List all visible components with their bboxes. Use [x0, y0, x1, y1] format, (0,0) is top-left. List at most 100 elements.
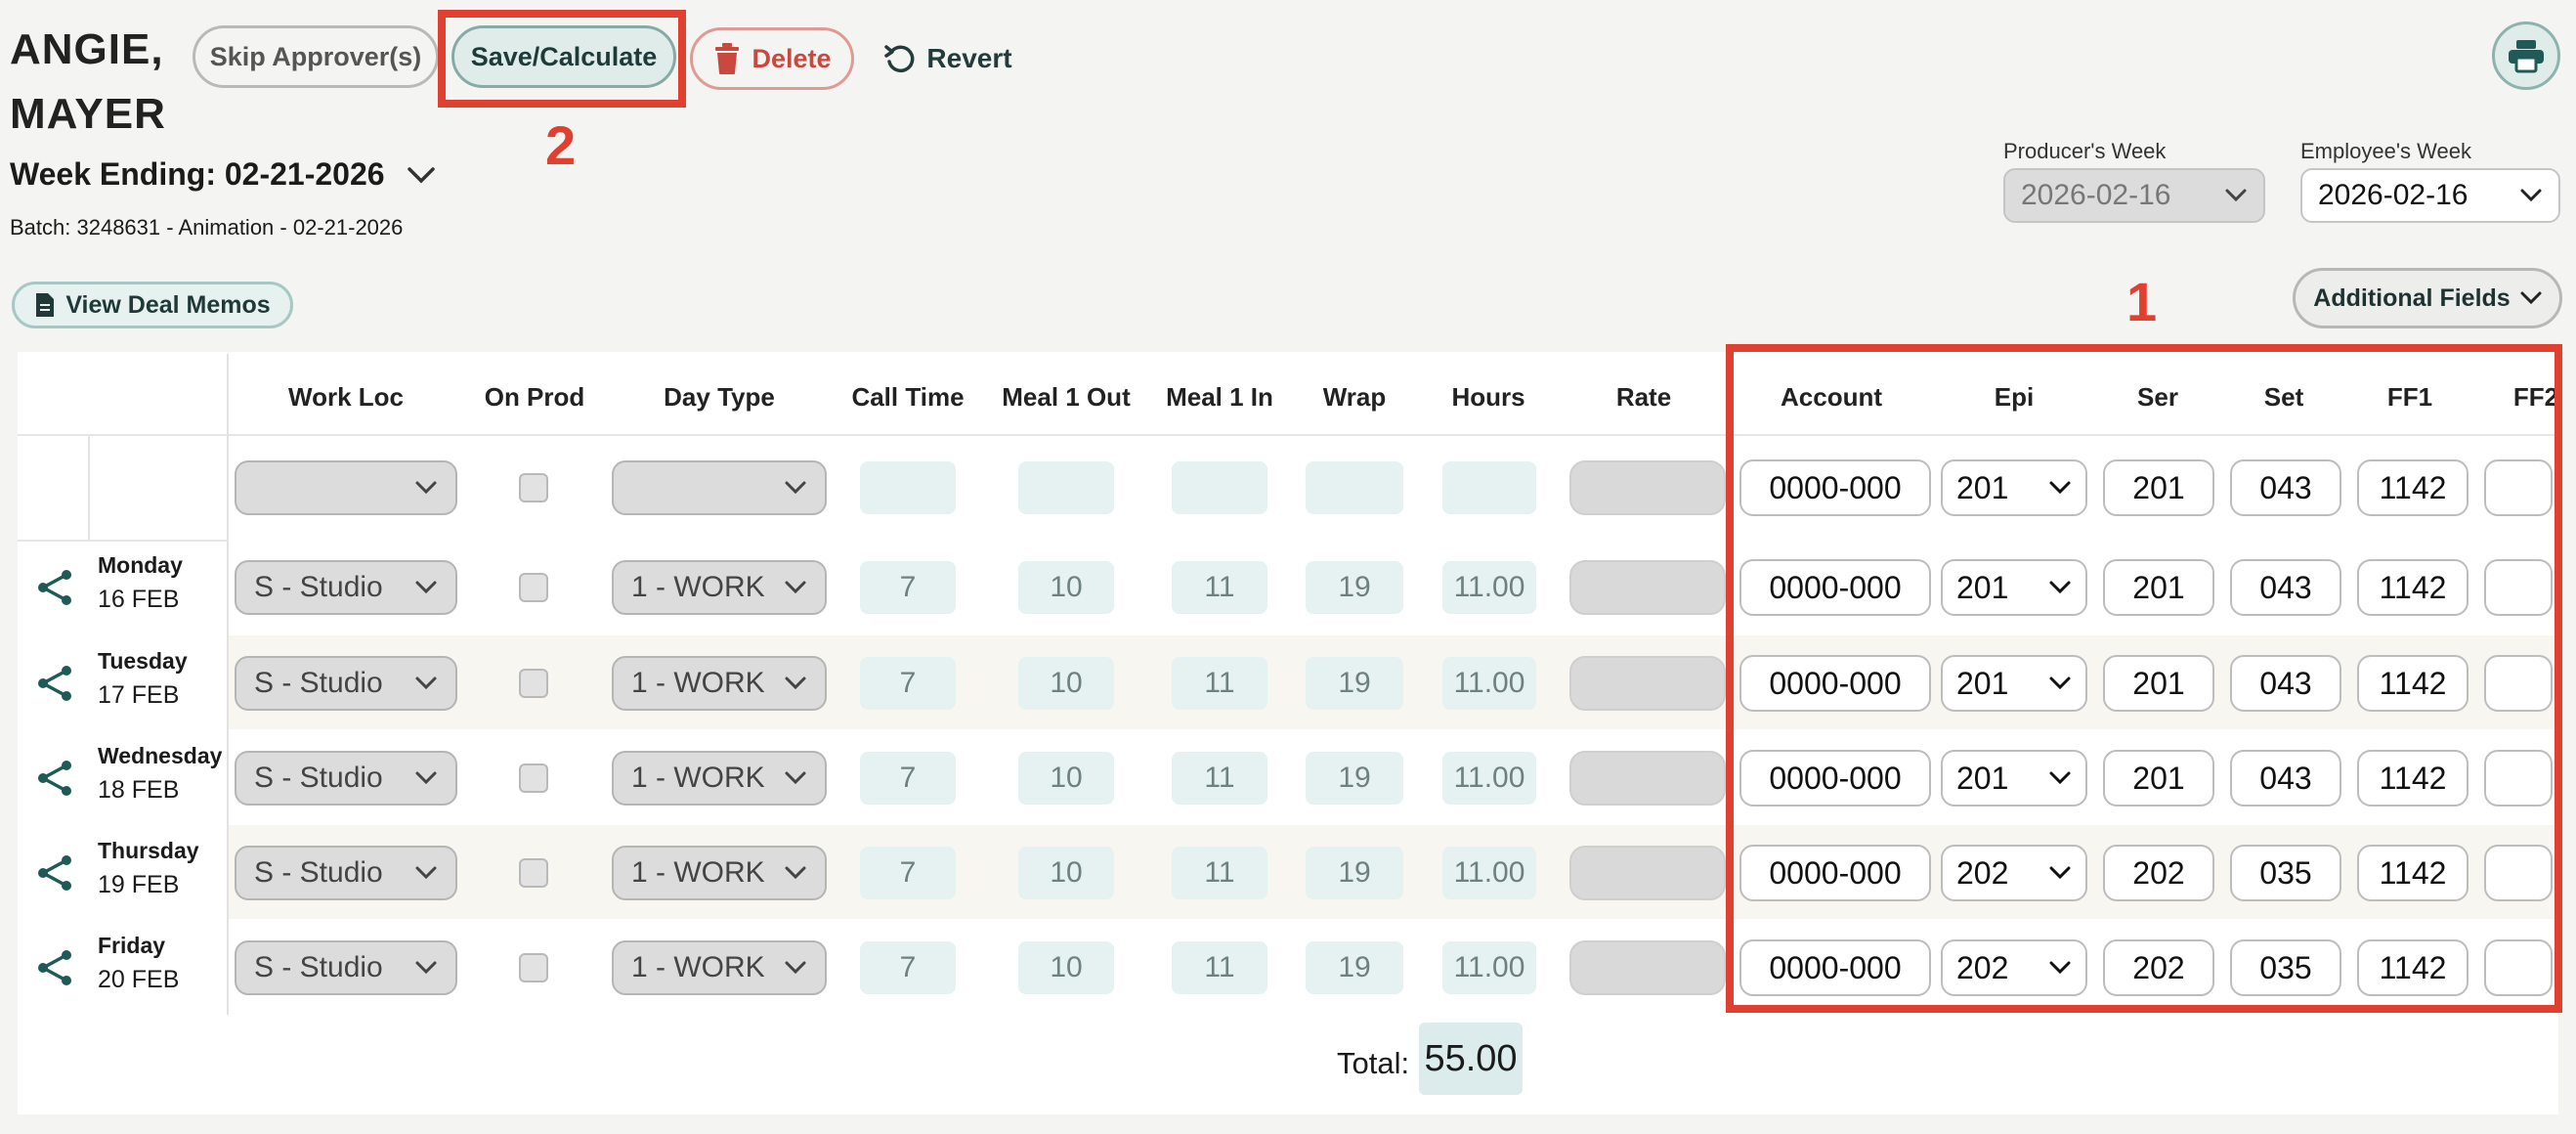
work-loc-select[interactable]: [235, 460, 457, 515]
epi-select[interactable]: 202: [1941, 845, 2087, 901]
work-loc-select[interactable]: S - Studio: [235, 560, 457, 615]
epi-select[interactable]: 202: [1941, 939, 2087, 996]
ff1-input[interactable]: 1142: [2357, 559, 2469, 616]
additional-fields-button[interactable]: Additional Fields: [2293, 268, 2562, 328]
wrap-input[interactable]: 19: [1306, 752, 1403, 805]
day-type-select[interactable]: [612, 460, 827, 515]
set-input[interactable]: 035: [2230, 939, 2341, 996]
rate-input[interactable]: [1569, 846, 1726, 900]
print-button[interactable]: [2492, 22, 2560, 90]
on-prod-checkbox[interactable]: [519, 573, 548, 602]
call-time-input[interactable]: 7: [860, 847, 956, 899]
meal1-in-input[interactable]: [1172, 461, 1267, 514]
ff2-input[interactable]: [2484, 750, 2553, 807]
account-input[interactable]: 0000-000: [1739, 655, 1931, 712]
ser-input[interactable]: 201: [2103, 459, 2214, 516]
meal1-in-input[interactable]: 11: [1172, 847, 1267, 899]
day-type-select[interactable]: 1 - WORK: [612, 656, 827, 711]
ff2-input[interactable]: [2484, 845, 2553, 901]
ser-input[interactable]: 201: [2103, 655, 2214, 712]
on-prod-checkbox[interactable]: [519, 763, 548, 793]
wrap-input[interactable]: 19: [1306, 657, 1403, 710]
work-loc-select[interactable]: S - Studio: [235, 846, 457, 900]
on-prod-checkbox[interactable]: [519, 473, 548, 502]
meal1-out-input[interactable]: 10: [1018, 561, 1114, 614]
ff1-input[interactable]: 1142: [2357, 939, 2469, 996]
rate-input[interactable]: [1569, 560, 1726, 615]
meal1-in-input[interactable]: 11: [1172, 657, 1267, 710]
wrap-input[interactable]: 19: [1306, 847, 1403, 899]
work-loc-select[interactable]: S - Studio: [235, 656, 457, 711]
set-input[interactable]: 043: [2230, 559, 2341, 616]
week-ending-selector[interactable]: Week Ending: 02-21-2026: [10, 156, 436, 193]
set-input[interactable]: 035: [2230, 845, 2341, 901]
meal1-out-input[interactable]: 10: [1018, 752, 1114, 805]
set-input[interactable]: 043: [2230, 750, 2341, 807]
rate-input[interactable]: [1569, 656, 1726, 711]
ff1-input[interactable]: 1142: [2357, 459, 2469, 516]
account-input[interactable]: 0000-000: [1739, 459, 1931, 516]
wrap-input[interactable]: [1306, 461, 1403, 514]
split-day-icon[interactable]: [35, 568, 74, 607]
save-calculate-label: Save/Calculate: [470, 41, 658, 71]
account-input[interactable]: 0000-000: [1739, 750, 1931, 807]
epi-select[interactable]: 201: [1941, 559, 2087, 616]
ff1-input[interactable]: 1142: [2357, 655, 2469, 712]
call-time-input[interactable]: 7: [860, 941, 956, 994]
set-input[interactable]: 043: [2230, 459, 2341, 516]
split-day-icon[interactable]: [35, 759, 74, 798]
meal1-in-input[interactable]: 11: [1172, 752, 1267, 805]
ff2-input[interactable]: [2484, 655, 2553, 712]
day-type-select[interactable]: 1 - WORK: [612, 846, 827, 900]
day-type-select[interactable]: 1 - WORK: [612, 560, 827, 615]
call-time-input[interactable]: 7: [860, 561, 956, 614]
delete-button[interactable]: Delete: [690, 27, 854, 90]
account-input[interactable]: 0000-000: [1739, 559, 1931, 616]
rate-input[interactable]: [1569, 940, 1726, 995]
employees-week-select[interactable]: 2026-02-16: [2300, 168, 2560, 223]
call-time-input[interactable]: [860, 461, 956, 514]
producers-week-select[interactable]: 2026-02-16: [2003, 168, 2265, 223]
on-prod-checkbox[interactable]: [519, 669, 548, 698]
rate-input[interactable]: [1569, 460, 1726, 515]
ff2-input[interactable]: [2484, 459, 2553, 516]
epi-select[interactable]: 201: [1941, 459, 2087, 516]
view-deal-memos-button[interactable]: View Deal Memos: [12, 282, 293, 328]
ser-input[interactable]: 202: [2103, 845, 2214, 901]
ff1-input[interactable]: 1142: [2357, 845, 2469, 901]
call-time-input[interactable]: 7: [860, 752, 956, 805]
meal1-out-input[interactable]: 10: [1018, 657, 1114, 710]
ser-input[interactable]: 201: [2103, 559, 2214, 616]
save-calculate-button[interactable]: Save/Calculate: [451, 25, 676, 88]
ff1-input[interactable]: 1142: [2357, 750, 2469, 807]
ff2-input[interactable]: [2484, 559, 2553, 616]
ser-input[interactable]: 201: [2103, 750, 2214, 807]
ff2-input[interactable]: [2484, 939, 2553, 996]
work-loc-select[interactable]: S - Studio: [235, 751, 457, 806]
wrap-input[interactable]: 19: [1306, 941, 1403, 994]
epi-select[interactable]: 201: [1941, 750, 2087, 807]
on-prod-checkbox[interactable]: [519, 858, 548, 888]
wrap-input[interactable]: 19: [1306, 561, 1403, 614]
account-input[interactable]: 0000-000: [1739, 845, 1931, 901]
account-input[interactable]: 0000-000: [1739, 939, 1931, 996]
meal1-out-input[interactable]: [1018, 461, 1114, 514]
split-day-icon[interactable]: [35, 948, 74, 987]
meal1-out-input[interactable]: 10: [1018, 847, 1114, 899]
skip-approvers-button[interactable]: Skip Approver(s): [193, 25, 439, 88]
rate-input[interactable]: [1569, 751, 1726, 806]
epi-select[interactable]: 201: [1941, 655, 2087, 712]
day-type-select[interactable]: 1 - WORK: [612, 940, 827, 995]
split-day-icon[interactable]: [35, 853, 74, 893]
meal1-in-input[interactable]: 11: [1172, 941, 1267, 994]
on-prod-checkbox[interactable]: [519, 953, 548, 982]
call-time-input[interactable]: 7: [860, 657, 956, 710]
set-input[interactable]: 043: [2230, 655, 2341, 712]
ser-input[interactable]: 202: [2103, 939, 2214, 996]
revert-button[interactable]: Revert: [880, 27, 1016, 90]
meal1-in-input[interactable]: 11: [1172, 561, 1267, 614]
meal1-out-input[interactable]: 10: [1018, 941, 1114, 994]
work-loc-select[interactable]: S - Studio: [235, 940, 457, 995]
split-day-icon[interactable]: [35, 664, 74, 703]
day-type-select[interactable]: 1 - WORK: [612, 751, 827, 806]
